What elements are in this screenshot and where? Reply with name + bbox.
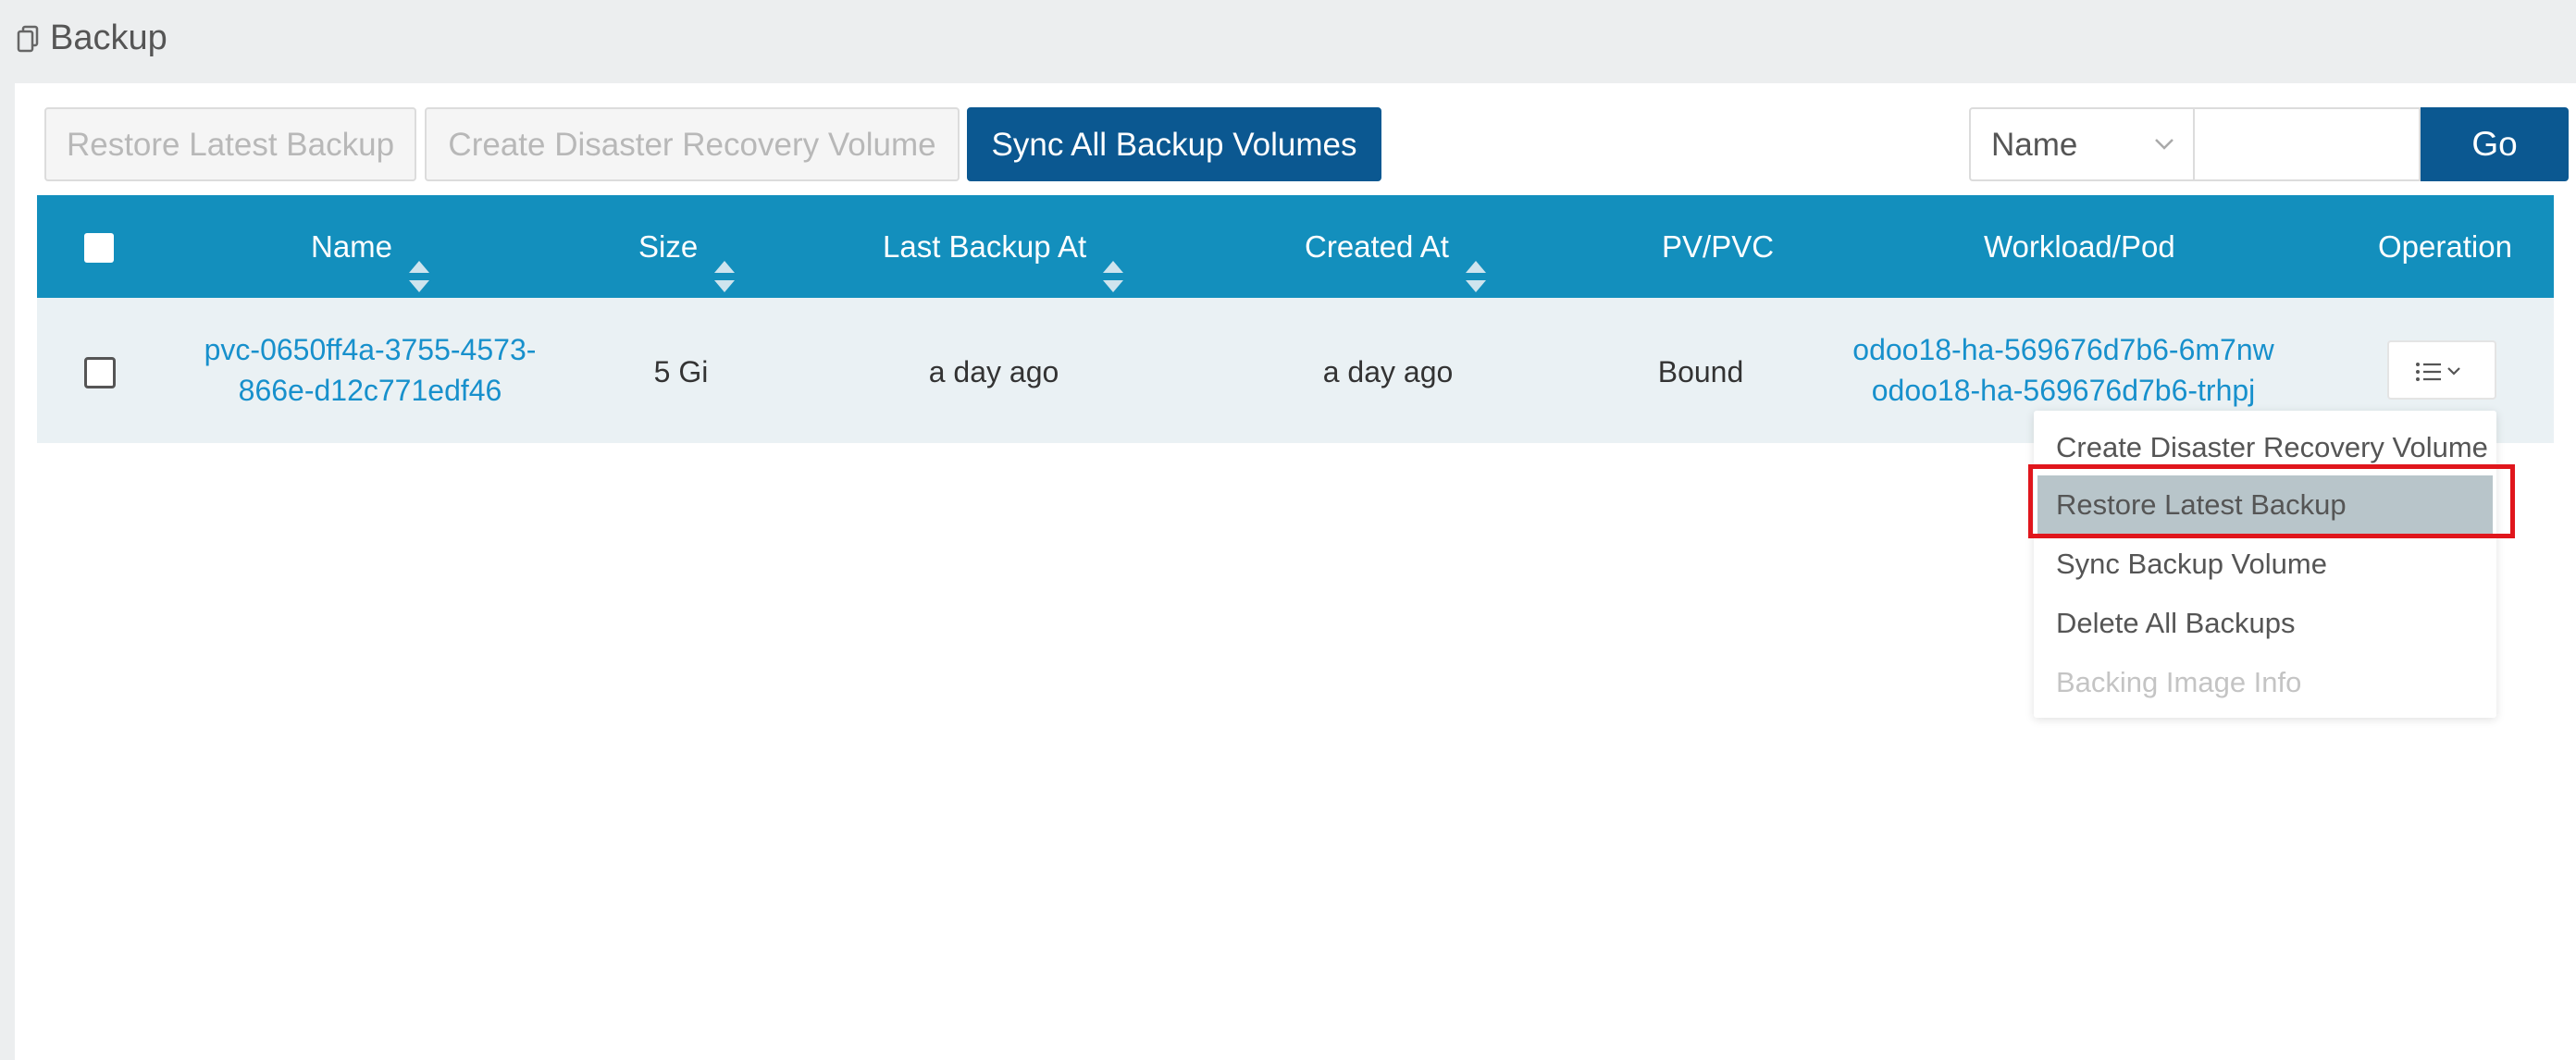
pv-pvc-cell: Bound (1657, 355, 1744, 388)
created-at-cell: a day ago (1322, 355, 1454, 388)
column-name-header[interactable]: Name (311, 195, 430, 298)
volume-name-line1: pvc-0650ff4a-3755-4573- (204, 333, 537, 366)
column-size-label: Size (638, 229, 699, 264)
column-last-backup-label: Last Backup At (883, 229, 1087, 264)
list-chevron-icon (2416, 363, 2460, 381)
menu-item-delete-all-backups[interactable]: Delete All Backups (2034, 594, 2496, 653)
chevron-down-icon (2154, 137, 2174, 152)
volume-name-line2: 866e-d12c771edf46 (238, 374, 502, 407)
sort-icon[interactable] (1465, 230, 1486, 293)
column-size-header[interactable]: Size (638, 195, 736, 298)
search-input[interactable] (2193, 107, 2421, 181)
column-last-backup-header[interactable]: Last Backup At (883, 195, 1124, 298)
select-all-checkbox[interactable] (84, 233, 114, 263)
menu-item-sync-backup-volume[interactable]: Sync Backup Volume (2034, 535, 2496, 594)
column-name-label: Name (311, 229, 393, 264)
sort-icon[interactable] (409, 230, 430, 293)
operation-dropdown-menu: Create Disaster Recovery Volume Restore … (2034, 411, 2496, 718)
column-pv-pvc-header: PV/PVC (1662, 229, 1775, 264)
column-created-at-label: Created At (1305, 229, 1449, 264)
sort-icon[interactable] (714, 230, 736, 293)
page-header: Backup (0, 0, 2576, 83)
size-cell: 5 Gi (653, 355, 709, 388)
workload-pod-link[interactable]: odoo18-ha-569676d7b6-trhpj (1832, 370, 2295, 411)
last-backup-cell: a day ago (928, 355, 1059, 388)
copy-icon (17, 25, 39, 53)
menu-item-backing-image-info: Backing Image Info (2056, 666, 2302, 698)
highlight-annotation-box (2028, 464, 2515, 538)
volume-name-link[interactable]: pvc-0650ff4a-3755-4573- 866e-d12c771edf4… (176, 329, 564, 411)
workload-pod-link[interactable]: odoo18-ha-569676d7b6-6m7nw (1832, 329, 2295, 370)
column-created-at-header[interactable]: Created At (1305, 195, 1486, 298)
create-disaster-recovery-volume-button[interactable]: Create Disaster Recovery Volume (425, 107, 960, 181)
column-operation-header: Operation (2378, 229, 2512, 264)
operation-menu-button[interactable] (2387, 340, 2496, 400)
table-header: Name Size Last Backup At Created At PV/P… (37, 195, 2554, 298)
column-workload-pod-header: Workload/Pod (1984, 229, 2175, 264)
restore-latest-backup-button[interactable]: Restore Latest Backup (44, 107, 416, 181)
backup-page: Backup Restore Latest Backup Create Disa… (0, 0, 2576, 1060)
sync-all-backup-volumes-button[interactable]: Sync All Backup Volumes (967, 107, 1381, 181)
search-field-value: Name (1991, 127, 2078, 163)
workload-pod-cell: odoo18-ha-569676d7b6-6m7nw odoo18-ha-569… (1832, 329, 2295, 411)
page-title: Backup (50, 18, 167, 57)
sort-icon[interactable] (1103, 230, 1124, 293)
search-field-select[interactable]: Name (1969, 107, 2193, 181)
go-button[interactable]: Go (2421, 107, 2569, 181)
row-checkbox[interactable] (84, 357, 116, 388)
